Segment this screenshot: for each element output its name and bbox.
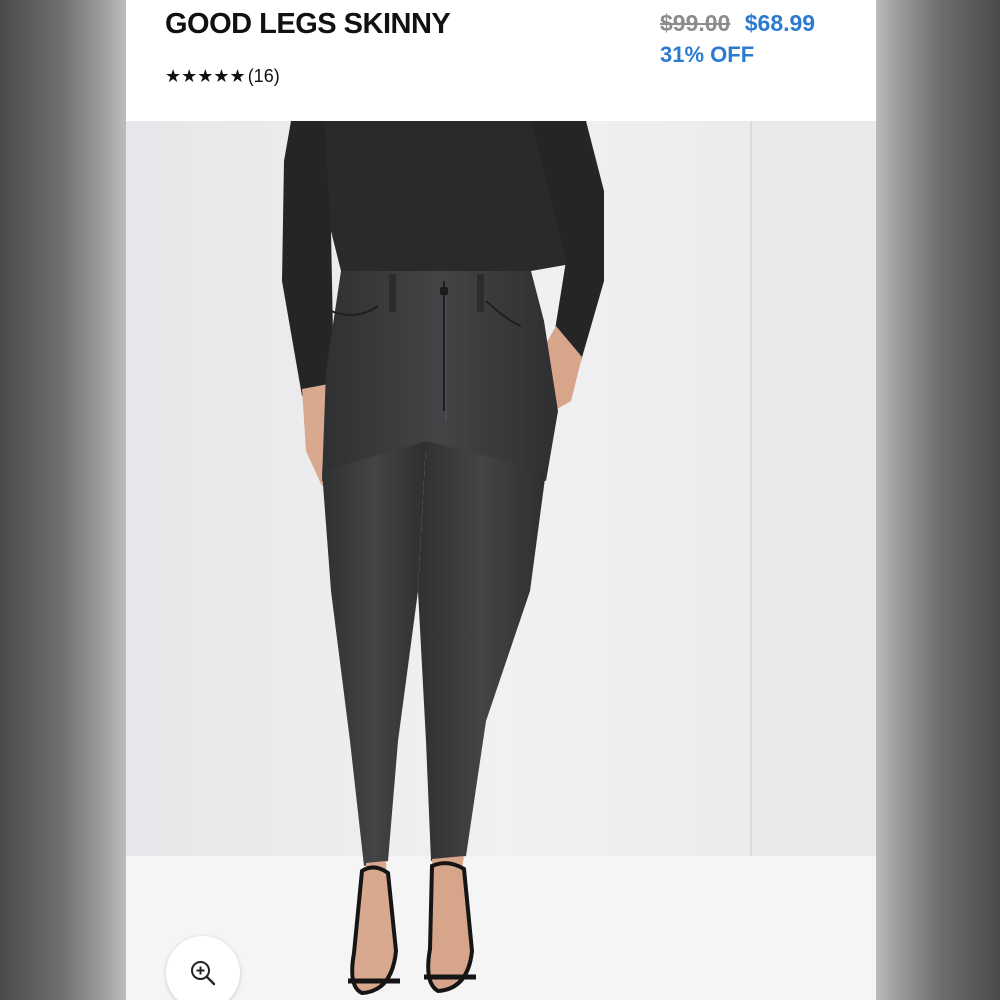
zoom-button[interactable] <box>166 936 240 1000</box>
product-rating[interactable]: ★★★★★ (16) <box>165 66 280 87</box>
discount-label: 31% OFF <box>660 42 755 67</box>
product-header: GOOD LEGS SKINNY ★★★★★ (16) $99.00 $68.9… <box>126 0 876 121</box>
original-price: $99.00 <box>660 10 731 36</box>
rating-stars: ★★★★★ <box>165 66 246 86</box>
product-card: GOOD LEGS SKINNY ★★★★★ (16) $99.00 $68.9… <box>126 0 876 1000</box>
zoom-in-icon <box>191 961 216 986</box>
product-title: GOOD LEGS SKINNY <box>165 8 451 40</box>
product-photo-illustration <box>126 121 876 1000</box>
price-block: $99.00 $68.99 <box>660 10 815 37</box>
sale-price: $68.99 <box>744 10 816 36</box>
product-image[interactable] <box>126 121 876 1000</box>
review-count[interactable]: (16) <box>248 66 280 87</box>
